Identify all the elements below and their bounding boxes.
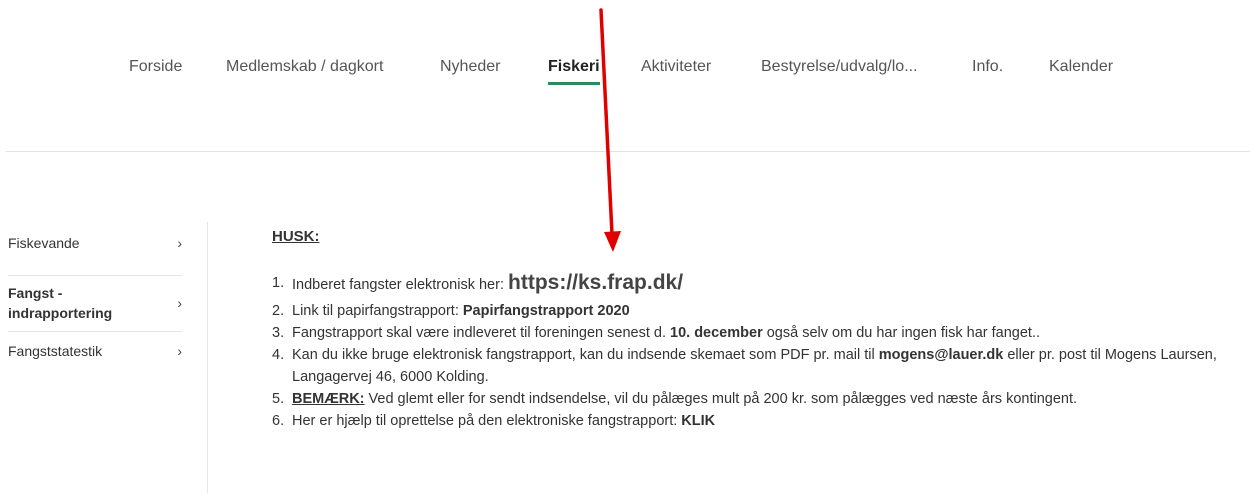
list-number: 1.: [272, 275, 285, 291]
chevron-right-icon: ›: [177, 343, 182, 359]
arrow-shaft: [599, 8, 614, 236]
list-number: 4.: [272, 347, 285, 363]
deadline-date: 10. december: [670, 325, 763, 341]
list-number: 2.: [272, 303, 285, 319]
list-item-text: Her er hjælp til oprettelse på den elekt…: [292, 413, 682, 429]
list-item-text: Link til papirfangstrapport:: [292, 303, 463, 319]
nav-item-aktiviteter[interactable]: Aktiviteter: [641, 55, 711, 79]
sidebar-divider-vertical: [207, 222, 208, 493]
sidebar-item-fiskevande[interactable]: Fiskevande ›: [8, 234, 182, 253]
instruction-list: 1. Indberet fangster elektronisk her: ht…: [272, 266, 1232, 432]
klik-link[interactable]: KLIK: [681, 413, 715, 429]
list-number: 5.: [272, 391, 285, 407]
sidebar-divider: [8, 275, 182, 276]
frap-link[interactable]: https://ks.frap.dk/: [508, 271, 683, 294]
list-item: 5. BEMÆRK: Ved glemt eller for sendt ind…: [272, 388, 1232, 410]
arrow-head: [604, 231, 621, 252]
chevron-right-icon: ›: [177, 295, 182, 311]
list-item-text: også selv om du har ingen fisk har fange…: [762, 325, 1040, 341]
notice-label: BEMÆRK:: [292, 391, 365, 407]
sidebar-item-label: Fangst -: [8, 285, 63, 301]
sidebar-divider: [8, 331, 182, 332]
nav-item-info[interactable]: Info.: [972, 55, 1003, 79]
list-item-text: Kan du ikke bruge elektronisk fangstrapp…: [292, 347, 879, 363]
nav-item-nyheder[interactable]: Nyheder: [440, 55, 500, 79]
chevron-right-icon: ›: [177, 235, 182, 251]
list-item: 1. Indberet fangster elektronisk her: ht…: [272, 266, 1232, 300]
nav-item-bestyrelse[interactable]: Bestyrelse/udvalg/lo...: [761, 55, 918, 79]
list-item: 4. Kan du ikke bruge elektronisk fangstr…: [272, 344, 1232, 388]
list-item: 6. Her er hjælp til oprettelse på den el…: [272, 410, 1232, 432]
papirfangstrapport-link[interactable]: Papirfangstrapport 2020: [463, 303, 630, 319]
red-arrow-down-icon: [599, 8, 621, 252]
list-item-text: Fangstrapport skal være indleveret til f…: [292, 325, 671, 341]
list-item-text: Ved glemt eller for sendt indsendelse, v…: [364, 391, 1078, 407]
sidebar-item-fangst-indrapportering[interactable]: Fangst - indrapportering ›: [8, 284, 182, 324]
list-item-text: Indberet fangster elektronisk her:: [292, 277, 509, 293]
list-item: 2. Link til papirfangstrapport: Papirfan…: [272, 300, 1232, 322]
list-item: 3. Fangstrapport skal være indleveret ti…: [272, 322, 1232, 344]
nav-item-medlemskab[interactable]: Medlemskab / dagkort: [226, 55, 383, 79]
sidebar-item-label: Fiskevande: [8, 235, 80, 251]
list-number: 6.: [272, 413, 285, 429]
sidebar-item-fangststatestik[interactable]: Fangststatestik ›: [8, 342, 182, 361]
sidebar-item-label: Fangststatestik: [8, 343, 103, 359]
email-link[interactable]: mogens@lauer.dk: [879, 347, 1004, 363]
sidebar-item-label-line2: indrapportering: [8, 305, 113, 321]
list-number: 3.: [272, 325, 285, 341]
nav-item-forside[interactable]: Forside: [129, 55, 182, 79]
content-heading: HUSK:: [272, 228, 320, 245]
nav-item-kalender[interactable]: Kalender: [1049, 55, 1113, 79]
